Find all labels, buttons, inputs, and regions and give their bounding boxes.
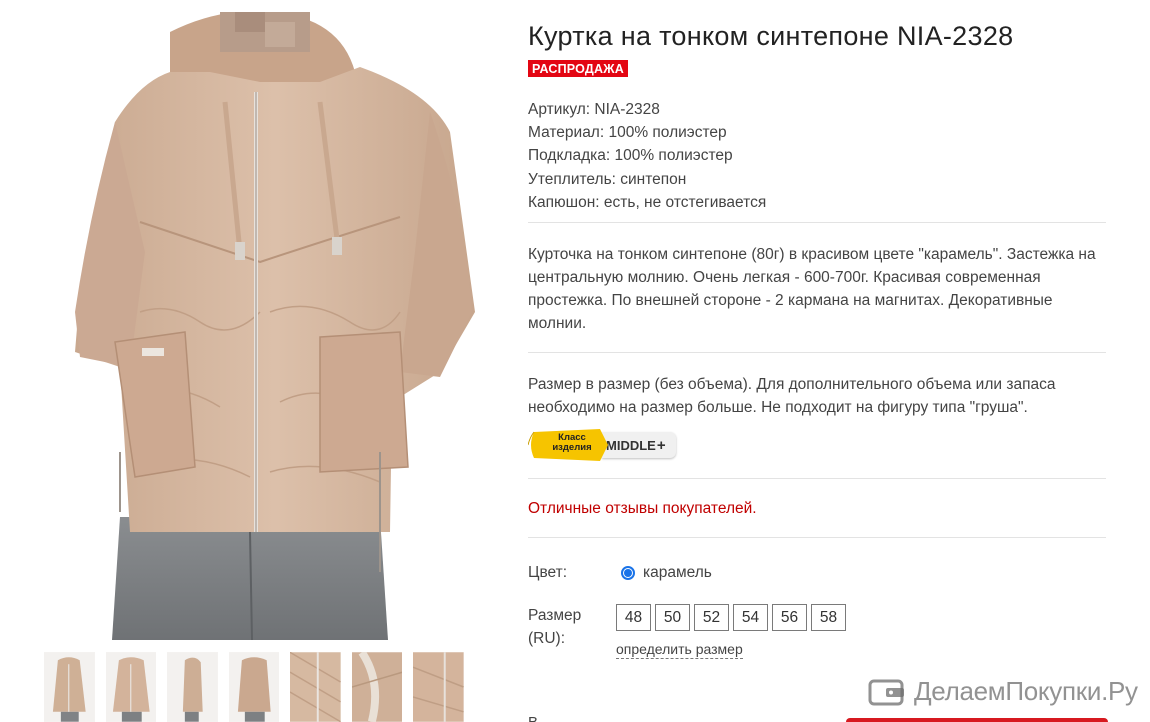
jacket-photo — [20, 12, 505, 640]
size-options: 48 50 52 54 56 58 — [616, 604, 846, 632]
class-badge-label: Класс изделия — [528, 429, 608, 462]
sale-badge: РАСПРОДАЖА — [528, 60, 628, 77]
size-guide-link[interactable]: определить размер — [616, 641, 743, 660]
size-option-52[interactable]: 52 — [694, 604, 729, 632]
plus-icon: + — [656, 436, 666, 454]
size-label: Размер (RU): — [528, 604, 616, 659]
class-badge-value: MIDDLE + — [602, 432, 676, 459]
size-option-56[interactable]: 56 — [772, 604, 807, 632]
divider — [528, 478, 1106, 480]
spec-lining: Подкладка: 100% полиэстер — [528, 147, 733, 165]
thumbnail-4[interactable] — [228, 652, 280, 722]
class-badge-text: MIDDLE — [606, 437, 656, 453]
divider — [528, 352, 1106, 354]
class-badge-line2: изделия — [552, 442, 592, 454]
color-option-label[interactable]: карамель — [643, 564, 712, 582]
size-option-50[interactable]: 50 — [655, 604, 690, 632]
wallet-icon — [868, 679, 904, 705]
color-selector: Цвет: карамель — [528, 564, 1108, 582]
size-note: Размер в размер (без объема). Для дополн… — [528, 376, 1056, 417]
size-option-54[interactable]: 54 — [733, 604, 768, 632]
thumbnail-7[interactable] — [413, 652, 465, 722]
product-specs: Артикул: NIA-2328 Материал: 100% полиэст… — [528, 98, 1108, 214]
divider — [528, 537, 1106, 539]
product-title: Куртка на тонком синтепоне NIA-2328 — [528, 21, 1014, 51]
add-to-cart-button[interactable] — [846, 718, 1108, 722]
size-option-58[interactable]: 58 — [811, 604, 846, 632]
cut-off-label: В — [528, 714, 538, 722]
spec-article: Артикул: NIA-2328 — [528, 101, 660, 118]
thumbnail-1[interactable] — [44, 652, 95, 722]
product-info: Куртка на тонком синтепоне NIA-2328 РАСП… — [528, 14, 1108, 660]
thumbnail-strip — [44, 652, 465, 722]
thumbnail-3[interactable] — [167, 652, 218, 722]
product-main-image[interactable] — [20, 12, 505, 640]
spec-insulation: Утеплитель: синтепон — [528, 170, 687, 188]
reviews-link[interactable]: Отличные отзывы покупателей. — [528, 500, 1108, 518]
size-option-48[interactable]: 48 — [616, 604, 651, 632]
thumbnail-5[interactable] — [290, 652, 341, 722]
product-class-badge: Класс изделия MIDDLE + — [528, 429, 1108, 462]
size-selector: Размер (RU): 48 50 52 54 56 58 определит… — [528, 604, 1108, 660]
watermark: ДелаемПокупки.Ру — [868, 676, 1138, 707]
watermark-text: ДелаемПокупки.Ру — [914, 676, 1138, 706]
color-radio[interactable] — [621, 566, 635, 581]
spec-material: Материал: 100% полиэстер — [528, 124, 727, 142]
divider — [528, 222, 1106, 224]
product-description: Курточка на тонком синтепоне (80г) в кра… — [528, 246, 1096, 333]
thumbnail-2[interactable] — [105, 652, 157, 722]
size-label-line1: Размер — [528, 607, 582, 625]
size-label-line2: (RU): — [528, 630, 566, 648]
color-label: Цвет: — [528, 564, 568, 582]
thumbnail-6[interactable] — [351, 652, 403, 722]
spec-hood: Капюшон: есть, не отстегивается — [528, 193, 767, 211]
